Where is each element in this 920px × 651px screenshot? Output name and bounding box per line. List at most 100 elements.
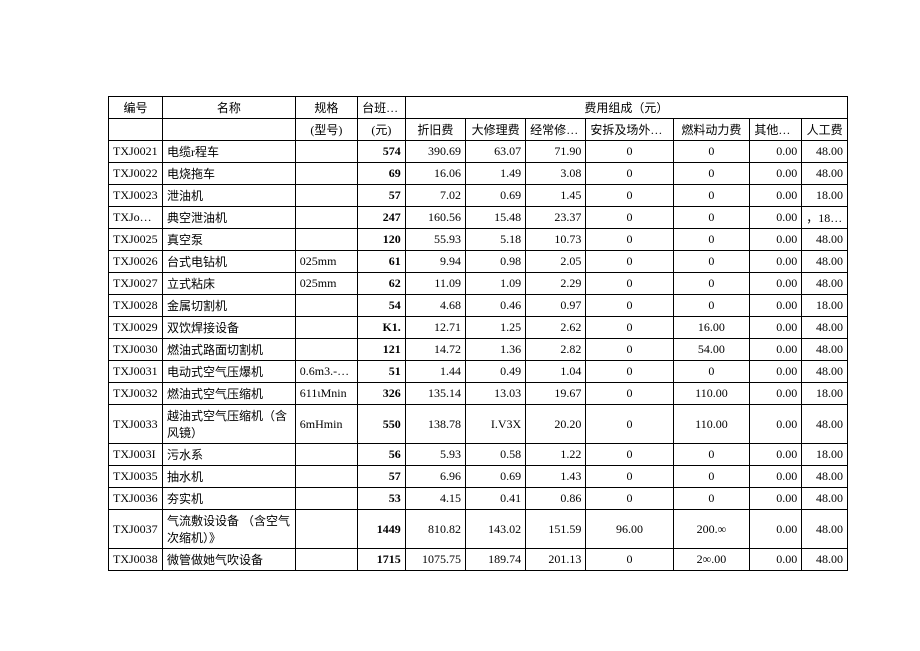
cell-name: 污水系 <box>162 444 295 466</box>
cell-c7: 48.00 <box>802 510 848 549</box>
cell-c4: 96.00 <box>586 510 673 549</box>
cell-c7: 48.00 <box>802 361 848 383</box>
cell-id: TXJ0029 <box>109 317 163 339</box>
cell-price: 51 <box>358 361 406 383</box>
cell-c2: 0.69 <box>465 185 525 207</box>
cell-c7: 48.00 <box>802 163 848 185</box>
cell-c3: 19.67 <box>526 383 586 405</box>
cell-c3: 1.43 <box>526 466 586 488</box>
table-row: TXJ0025真空泵12055.935.1810.73000.0048.00 <box>109 229 848 251</box>
cell-c3: 1.45 <box>526 185 586 207</box>
cell-c3: 1.22 <box>526 444 586 466</box>
cell-c5: 110.00 <box>673 383 750 405</box>
cell-c3: 10.73 <box>526 229 586 251</box>
cell-c6: 0.00 <box>750 229 802 251</box>
cell-c5: 0 <box>673 163 750 185</box>
cell-c2: 0.69 <box>465 466 525 488</box>
table-row: TXJ0032燃油式空气压缩机611ιMnin326135.1413.0319.… <box>109 383 848 405</box>
cell-c5: 0 <box>673 295 750 317</box>
cell-c2: 1.09 <box>465 273 525 295</box>
table-row: TXJ0035抽水机576.960.691.43000.0048.00 <box>109 466 848 488</box>
cell-price: 69 <box>358 163 406 185</box>
cell-price: 120 <box>358 229 406 251</box>
cell-name: 电烧拖车 <box>162 163 295 185</box>
cell-c3: 2.05 <box>526 251 586 273</box>
cell-c4: 0 <box>586 444 673 466</box>
cell-c5: 110.00 <box>673 405 750 444</box>
table-row: TXJ0022电烧拖车6916.061.493.08000.0048.00 <box>109 163 848 185</box>
th-c6: 其他费用 <box>750 119 802 141</box>
cell-c7: 18.00 <box>802 295 848 317</box>
cell-c1: 7.02 <box>405 185 465 207</box>
cell-spec <box>295 317 357 339</box>
cell-name: 台式电钻机 <box>162 251 295 273</box>
cell-c2: 189.74 <box>465 549 525 571</box>
cell-price: 1715 <box>358 549 406 571</box>
cell-c7: 48.00 <box>802 317 848 339</box>
table-row: TXJ003I污水系565.930.581.22000.0018.00 <box>109 444 848 466</box>
cell-c4: 0 <box>586 339 673 361</box>
cell-c5: 54.00 <box>673 339 750 361</box>
cell-c4: 0 <box>586 361 673 383</box>
cell-c5: 0 <box>673 488 750 510</box>
cell-c3: 3.08 <box>526 163 586 185</box>
cell-c7: 18.00 <box>802 185 848 207</box>
cell-name: 立式粘床 <box>162 273 295 295</box>
cell-c5: 200.∞ <box>673 510 750 549</box>
cell-name: 真空泵 <box>162 229 295 251</box>
table-row: TXJ0030燃油式路面切割机12114.721.362.82054.000.0… <box>109 339 848 361</box>
th-id: 编号 <box>109 97 163 119</box>
cell-c7: 48.00 <box>802 251 848 273</box>
cell-c1: 6.96 <box>405 466 465 488</box>
table-row: TXJ0033越油式空气压缩机（含风镜）6mHmin550138.78I.V3X… <box>109 405 848 444</box>
cell-c6: 0.00 <box>750 361 802 383</box>
cell-c7: 48.00 <box>802 466 848 488</box>
th-price: 台班单价 <box>358 97 406 119</box>
cell-c2: 0.41 <box>465 488 525 510</box>
cell-price: 53 <box>358 488 406 510</box>
cell-c6: 0.00 <box>750 141 802 163</box>
table-row: TXJ0037气流敷设设备 （含空气次缩机）》1449810.82143.021… <box>109 510 848 549</box>
cell-c4: 0 <box>586 466 673 488</box>
cell-price: 550 <box>358 405 406 444</box>
cell-c1: 135.14 <box>405 383 465 405</box>
cell-c6: 0.00 <box>750 207 802 229</box>
cell-c2: 13.03 <box>465 383 525 405</box>
cell-price: 57 <box>358 466 406 488</box>
cell-spec <box>295 295 357 317</box>
table-row: TXJ0029双饮焊接设备K1.12.711.252.62016.000.004… <box>109 317 848 339</box>
cell-id: TXJoO24 <box>109 207 163 229</box>
cell-spec <box>295 185 357 207</box>
cell-c5: 0 <box>673 185 750 207</box>
cell-id: TXJ0025 <box>109 229 163 251</box>
cell-c6: 0.00 <box>750 549 802 571</box>
cell-name: 金属切割机 <box>162 295 295 317</box>
cell-spec: 025mm <box>295 251 357 273</box>
cell-c7: 48.00 <box>802 229 848 251</box>
cell-c1: 55.93 <box>405 229 465 251</box>
cell-price: 54 <box>358 295 406 317</box>
cell-c4: 0 <box>586 273 673 295</box>
cell-c4: 0 <box>586 251 673 273</box>
cell-c2: I.V3X <box>465 405 525 444</box>
cell-c7: 48.00 <box>802 405 848 444</box>
cell-spec <box>295 229 357 251</box>
cell-c5: 0 <box>673 207 750 229</box>
th-blank <box>162 119 295 141</box>
cell-c2: 63.07 <box>465 141 525 163</box>
th-blank <box>109 119 163 141</box>
cell-name: 抽水机 <box>162 466 295 488</box>
cell-c3: 0.97 <box>526 295 586 317</box>
cell-c6: 0.00 <box>750 163 802 185</box>
cell-c5: 0 <box>673 141 750 163</box>
cell-c2: 0.49 <box>465 361 525 383</box>
cell-c2: 15.48 <box>465 207 525 229</box>
cell-price: 326 <box>358 383 406 405</box>
cell-spec <box>295 339 357 361</box>
table-row: TXJoO24典空泄油机247160.5615.4823.37000.00，18… <box>109 207 848 229</box>
cell-price: 62 <box>358 273 406 295</box>
cell-c6: 0.00 <box>750 405 802 444</box>
cell-name: 燃油式路面切割机 <box>162 339 295 361</box>
cell-id: TXJ0032 <box>109 383 163 405</box>
cell-c3: 20.20 <box>526 405 586 444</box>
